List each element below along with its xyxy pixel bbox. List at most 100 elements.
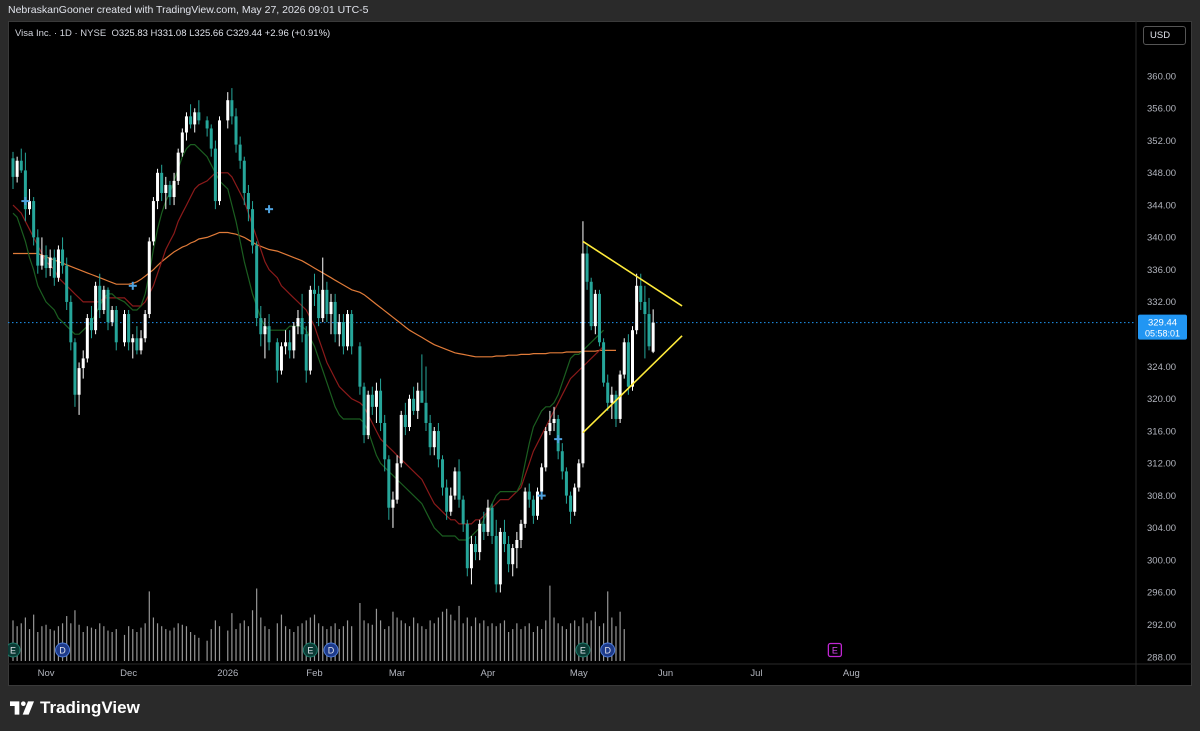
price-axis[interactable]: 360.00 356.00 352.00 348.00 344.00 340.00 336.… xyxy=(1135,21,1176,686)
candle-body xyxy=(69,301,73,343)
candle xyxy=(577,459,581,492)
candle-body xyxy=(168,184,172,198)
candle xyxy=(89,305,93,339)
volume-bar xyxy=(375,608,378,661)
candle xyxy=(184,112,188,141)
candle xyxy=(527,483,531,508)
volume-bar xyxy=(33,614,35,661)
candle-body xyxy=(461,499,465,524)
candle xyxy=(321,257,325,323)
volume-bar xyxy=(99,623,101,661)
currency-button[interactable]: USD xyxy=(1143,26,1186,45)
volume-bar xyxy=(338,629,340,661)
candle-body xyxy=(156,172,160,202)
volume-bar xyxy=(458,605,460,661)
candle xyxy=(279,342,283,375)
candle-body xyxy=(457,471,461,500)
candle-body xyxy=(234,116,238,145)
volume-bar xyxy=(194,634,196,661)
ohlc-legend: Visa Inc. · 1D · NYSE O325.83 H331.08 L3… xyxy=(15,28,330,39)
candle-body xyxy=(147,241,151,315)
candle-body xyxy=(329,301,333,315)
volume-bar xyxy=(74,610,76,661)
volume-bar xyxy=(156,623,159,661)
volume-bar xyxy=(487,626,489,661)
candle xyxy=(238,136,242,169)
volume-bar xyxy=(111,632,113,661)
candle xyxy=(52,249,56,286)
candle-body xyxy=(61,249,65,266)
candle-body xyxy=(56,249,60,278)
candle-body xyxy=(606,382,610,403)
event-letter: D xyxy=(328,645,335,655)
volume-bar xyxy=(553,617,555,661)
candle-body xyxy=(193,112,197,125)
candle-body xyxy=(304,334,308,371)
candle xyxy=(412,386,416,415)
candle xyxy=(540,463,544,496)
volume-bar xyxy=(495,626,497,661)
candle-body xyxy=(308,289,312,371)
candle-body xyxy=(366,394,370,436)
candle xyxy=(585,245,589,290)
earnings-icon: E xyxy=(575,642,591,658)
candle-body xyxy=(300,318,304,335)
candle xyxy=(403,402,407,436)
candle xyxy=(536,487,540,520)
candle xyxy=(461,495,465,532)
candle xyxy=(296,310,300,335)
ema-layer xyxy=(12,143,616,541)
event-letter: D xyxy=(59,645,66,655)
candle xyxy=(651,309,655,354)
volume-bar xyxy=(107,630,109,661)
volume-bar xyxy=(293,632,295,661)
candle xyxy=(507,535,511,573)
candle xyxy=(515,531,519,569)
volume-bar xyxy=(450,614,452,661)
candle xyxy=(168,180,172,206)
candle xyxy=(498,527,502,593)
price-tag: 329.4405:58:01 xyxy=(1138,314,1187,340)
price-tick-label: 360.00 xyxy=(1147,71,1176,82)
candle-body xyxy=(527,491,531,500)
volume-bar xyxy=(433,623,435,661)
candle xyxy=(548,410,552,436)
candle-body xyxy=(465,523,469,569)
candle-body xyxy=(259,318,263,335)
volume-bar xyxy=(446,608,448,661)
price-tag-price: 329.44 xyxy=(1148,318,1177,329)
volume-bar xyxy=(181,624,183,661)
candle xyxy=(176,148,180,185)
candle-body xyxy=(424,402,428,423)
candle xyxy=(312,273,316,306)
candle xyxy=(251,201,255,254)
candle-body xyxy=(569,495,573,512)
volume-bar xyxy=(235,629,237,661)
time-axis[interactable]: Nov Dec 2026 Feb Mar Apr May Jun Jul Aug xyxy=(8,663,1192,679)
candle xyxy=(288,330,292,359)
candle-body xyxy=(160,172,164,194)
candle-body xyxy=(441,459,445,488)
volume-bar xyxy=(479,623,481,661)
volume-bar xyxy=(421,626,423,661)
price-chart[interactable]: E D E D E D E 360.00 356.00 352.00 348.00 344.00 34… xyxy=(8,21,1192,686)
volume-bar xyxy=(508,632,510,661)
volume-bar xyxy=(462,623,464,661)
volume-bar xyxy=(136,632,138,661)
candle xyxy=(226,92,230,129)
close-label: C xyxy=(226,28,233,39)
price-tick-label: 320.00 xyxy=(1147,394,1176,405)
candle xyxy=(275,338,279,383)
volume-bar xyxy=(284,626,287,661)
volume-bar xyxy=(132,629,134,661)
tradingview-logo[interactable]: TradingView xyxy=(10,698,140,718)
candle xyxy=(622,338,626,379)
candle xyxy=(143,310,147,343)
candle xyxy=(502,519,506,553)
volume-bar xyxy=(173,627,175,661)
candle xyxy=(292,322,296,359)
volume-bar xyxy=(545,620,547,661)
volume-bar xyxy=(466,617,468,661)
candle xyxy=(474,535,478,561)
volume-bar xyxy=(351,626,353,661)
